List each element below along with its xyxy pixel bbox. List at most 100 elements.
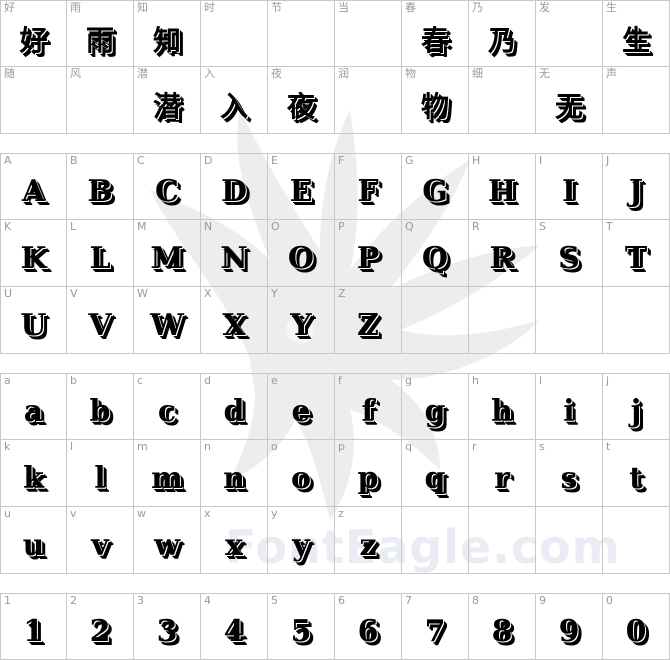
- glyph-cell-label: Q: [405, 220, 414, 233]
- glyph-cell-label: 时: [204, 1, 215, 14]
- glyph-sample: 8: [491, 614, 513, 649]
- glyph-sample: C: [155, 174, 179, 209]
- glyph-cell: 发: [536, 0, 603, 67]
- glyph-sample: J: [628, 174, 644, 209]
- glyph-cell-label: 无: [539, 67, 550, 80]
- glyph-sample: q: [424, 460, 446, 496]
- glyph-cell: ZZ: [335, 287, 402, 354]
- glyph-sample: v: [91, 527, 109, 563]
- glyph-cell: HH: [469, 153, 536, 220]
- glyph-cell: WW: [134, 287, 201, 354]
- glyph-cell: 88: [469, 593, 536, 660]
- glyph-cell: bb: [67, 373, 134, 440]
- glyph-cell: 99: [536, 593, 603, 660]
- glyph-sample: 好: [19, 23, 48, 57]
- glyph-cell-label: 润: [338, 67, 349, 80]
- glyph-sample: [603, 521, 669, 569]
- glyph-cell-label: 生: [606, 1, 617, 14]
- glyph-cell: hh: [469, 373, 536, 440]
- glyph-cell-label: K: [4, 220, 12, 233]
- glyph-cell: 00: [603, 593, 670, 660]
- glyph-sample: 春: [420, 23, 449, 57]
- glyph-cell-label: E: [271, 154, 278, 167]
- glyph-cell: 知知: [134, 0, 201, 67]
- glyph-sample: F: [357, 174, 379, 209]
- glyph-cell: NN: [201, 220, 268, 287]
- glyph-cell: KK: [0, 220, 67, 287]
- glyph-cell: EE: [268, 153, 335, 220]
- glyph-cell-label: r: [472, 440, 477, 453]
- glyph-cell: xx: [201, 507, 268, 574]
- glyph-cell-label: J: [606, 154, 610, 167]
- glyph-sample: V: [88, 307, 112, 343]
- glyph-cell-label: N: [204, 220, 213, 233]
- glyph-cell-label: z: [338, 507, 344, 520]
- glyph-sample: d: [223, 394, 245, 429]
- glyph-cell-label: c: [137, 374, 144, 387]
- glyph-cell-label: w: [137, 507, 146, 520]
- glyph-cell: yy: [268, 507, 335, 574]
- glyph-sample: n: [223, 460, 245, 496]
- glyph-sample: j: [630, 394, 642, 429]
- glyph-sample: 9: [558, 614, 580, 649]
- glyph-cell-label: 春: [405, 1, 416, 14]
- glyph-cell: tt: [603, 440, 670, 507]
- glyph-cell-label: i: [539, 374, 543, 387]
- glyph-sample: E: [289, 174, 313, 209]
- glyph-cell: UU: [0, 287, 67, 354]
- glyph-cell-label: D: [204, 154, 213, 167]
- glyph-cell-label: 2: [70, 594, 77, 607]
- glyph-sample: 夜: [286, 90, 315, 123]
- glyph-sample: 3: [156, 614, 178, 649]
- glyph-sample: s: [560, 460, 578, 496]
- glyph-cell-label: x: [204, 507, 211, 520]
- glyph-cell-label: b: [70, 374, 77, 387]
- glyph-sample: z: [359, 527, 377, 563]
- glyph-cell: aa: [0, 373, 67, 440]
- glyph-cell: [469, 287, 536, 354]
- glyph-cell: PP: [335, 220, 402, 287]
- glyph-sample: [603, 81, 669, 129]
- glyph-cell: 夜夜: [268, 67, 335, 134]
- glyph-sample: g: [424, 394, 446, 429]
- glyph-cell-label: 知: [137, 1, 148, 14]
- glyph-cell: GG: [402, 153, 469, 220]
- glyph-cell: [603, 287, 670, 354]
- glyph-sample: Q: [421, 240, 449, 276]
- glyph-sample: w: [154, 527, 180, 563]
- glyph-cell-label: 物: [405, 67, 416, 80]
- glyph-sample: y: [292, 527, 310, 563]
- glyph-sample: 知: [152, 23, 181, 57]
- glyph-cell: rr: [469, 440, 536, 507]
- glyph-cell: vv: [67, 507, 134, 574]
- glyph-sample: 物: [420, 90, 449, 123]
- glyph-sample: 4: [223, 614, 245, 649]
- glyph-cell: 33: [134, 593, 201, 660]
- glyph-sample: x: [225, 527, 243, 563]
- glyph-sample: h: [491, 394, 513, 429]
- glyph-cell: SS: [536, 220, 603, 287]
- glyph-sample: [536, 15, 602, 62]
- glyph-sample: H: [487, 174, 517, 209]
- glyph-cell-label: 9: [539, 594, 546, 607]
- glyph-cell: ee: [268, 373, 335, 440]
- glyph-cell: kk: [0, 440, 67, 507]
- glyph-cell: 润: [335, 67, 402, 134]
- glyph-cell: VV: [67, 287, 134, 354]
- glyph-cell-label: q: [405, 440, 412, 453]
- glyph-cell-label: L: [70, 220, 77, 233]
- glyph-cell: 时: [201, 0, 268, 67]
- glyph-sample: [201, 15, 267, 62]
- glyph-cell: dd: [201, 373, 268, 440]
- glyph-cell: cc: [134, 373, 201, 440]
- glyph-cell: zz: [335, 507, 402, 574]
- glyph-sample: Z: [357, 307, 379, 343]
- glyph-cell-label: C: [137, 154, 145, 167]
- glyph-cell-label: l: [70, 440, 74, 453]
- glyph-cell-label: h: [472, 374, 479, 387]
- glyph-cell-label: F: [338, 154, 345, 167]
- glyph-cell-label: u: [4, 507, 11, 520]
- glyph-sample: A: [21, 174, 46, 209]
- glyph-sample: [335, 81, 401, 129]
- glyph-sample: T: [624, 240, 648, 276]
